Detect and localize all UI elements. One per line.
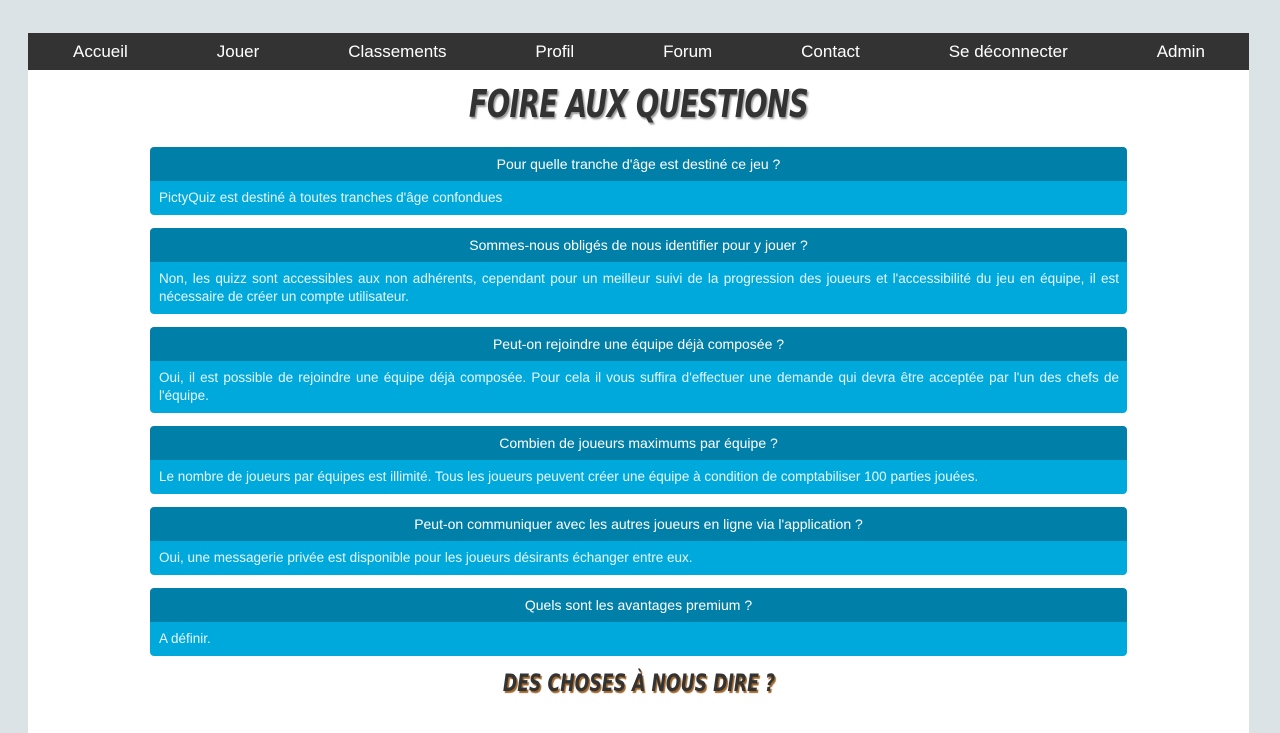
contact-heading: DES CHOSES À NOUS DIRE ?: [502, 669, 775, 697]
faq-question: Quels sont les avantages premium ?: [150, 588, 1127, 622]
faq-answer: Non, les quizz sont accessibles aux non …: [150, 262, 1127, 314]
nav-profil[interactable]: Profil: [535, 42, 574, 62]
faq-list: Pour quelle tranche d'âge est destiné ce…: [150, 147, 1127, 656]
faq-answer: Oui, une messagerie privée est disponibl…: [150, 541, 1127, 575]
faq-item: Quels sont les avantages premium ? A défi…: [150, 588, 1127, 656]
page-title: FOIRE AUX QUESTIONS: [468, 82, 809, 126]
nav-classements[interactable]: Classements: [348, 42, 446, 62]
main-nav: Accueil Jouer Classements Profil Forum C…: [28, 33, 1249, 70]
faq-item: Peut-on communiquer avec les autres joue…: [150, 507, 1127, 575]
faq-item: Sommes-nous obligés de nous identifier p…: [150, 228, 1127, 314]
faq-answer: Le nombre de joueurs par équipes est ill…: [150, 460, 1127, 494]
faq-question: Combien de joueurs maximums par équipe ?: [150, 426, 1127, 460]
nav-accueil[interactable]: Accueil: [73, 42, 128, 62]
faq-answer: Oui, il est possible de rejoindre une éq…: [150, 361, 1127, 413]
faq-question: Peut-on communiquer avec les autres joue…: [150, 507, 1127, 541]
nav-jouer[interactable]: Jouer: [217, 42, 260, 62]
faq-answer: PictyQuiz est destiné à toutes tranches …: [150, 181, 1127, 215]
faq-question: Sommes-nous obligés de nous identifier p…: [150, 228, 1127, 262]
page: Accueil Jouer Classements Profil Forum C…: [28, 33, 1249, 733]
faq-question: Peut-on rejoindre une équipe déjà compos…: [150, 327, 1127, 361]
nav-contact[interactable]: Contact: [801, 42, 860, 62]
nav-admin[interactable]: Admin: [1157, 42, 1205, 62]
nav-forum[interactable]: Forum: [663, 42, 712, 62]
faq-answer: A définir.: [150, 622, 1127, 656]
faq-item: Combien de joueurs maximums par équipe ?…: [150, 426, 1127, 494]
faq-item: Pour quelle tranche d'âge est destiné ce…: [150, 147, 1127, 215]
faq-question: Pour quelle tranche d'âge est destiné ce…: [150, 147, 1127, 181]
nav-logout[interactable]: Se déconnecter: [949, 42, 1068, 62]
faq-item: Peut-on rejoindre une équipe déjà compos…: [150, 327, 1127, 413]
